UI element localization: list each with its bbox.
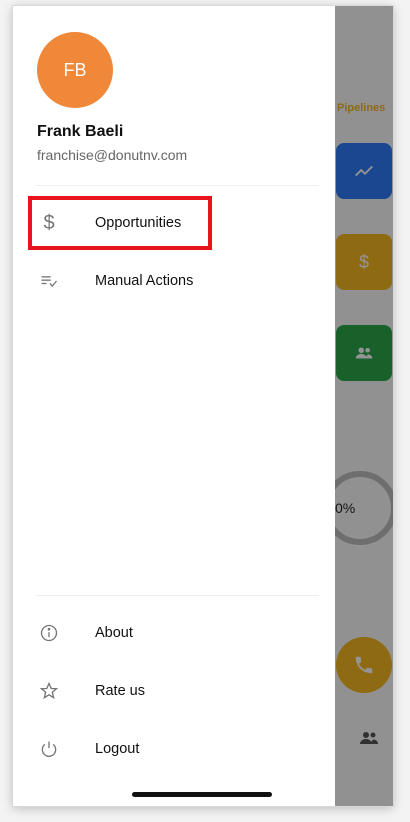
info-icon [38,622,60,644]
power-icon [38,738,60,760]
menu-item-logout[interactable]: Logout [13,724,335,774]
menu-label-rate-us: Rate us [95,683,145,699]
user-email: franchise@donutnv.com [37,147,188,163]
avatar: FB [37,32,113,108]
phone-screen: Pipelines $ 0% FB Frank Baeli franchise@… [13,6,393,806]
home-indicator [132,792,272,797]
user-name: Frank Baeli [37,123,124,140]
menu-item-about[interactable]: About [13,608,335,658]
star-outline-icon [38,680,60,702]
menu-label-about: About [95,625,133,641]
menu-item-manual-actions[interactable]: Manual Actions [13,256,335,306]
device-frame: Pipelines $ 0% FB Frank Baeli franchise@… [0,0,410,822]
menu-item-rate-us[interactable]: Rate us [13,666,335,716]
footer-divider [35,595,319,596]
navigation-drawer: FB Frank Baeli franchise@donutnv.com $ O… [13,6,335,806]
menu-label-logout: Logout [95,741,140,757]
highlight-box [28,196,212,250]
checklist-icon [38,270,60,292]
avatar-initials: FB [63,59,87,80]
menu-label-manual-actions: Manual Actions [95,273,194,289]
header-divider [35,185,319,186]
